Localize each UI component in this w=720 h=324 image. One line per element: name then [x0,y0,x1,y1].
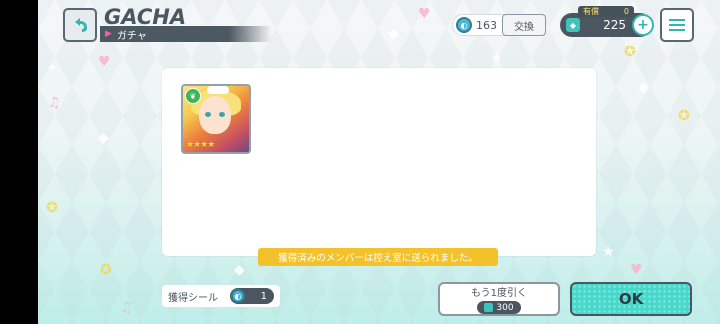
gem-icon: ◆ [566,18,580,32]
menu-icon-line [669,19,685,21]
seal-label: 獲得シール [168,292,218,304]
menu-icon-line [669,24,685,26]
diamond-icon: ◆ [388,26,399,42]
shard-icon: ◐ [456,17,472,33]
sparkle-icon: ✦ [46,60,58,76]
draw-again-button[interactable]: もう1度引く 300 [438,282,560,316]
music-note-icon: ♫ [120,300,133,316]
star-icon: ★ [490,50,503,66]
star-icon: ★ [602,244,615,260]
card-art-eye [219,112,225,117]
paid-gem-badge: 有償 0 [578,6,634,17]
diamond-icon: ◆ [98,130,109,146]
gem-icon [484,303,494,312]
exchange-button[interactable]: 交換 [502,14,546,36]
heart-icon: ♥ [630,262,643,278]
seal-count-badge: ◐ 1 [230,288,274,304]
plus-icon: + [637,17,649,33]
card-art-face [199,96,231,134]
gacha-result-screen: ✦ ♫ ✪ ◆ ♥ ✪ ◆ ◆ ♥ ★ ✪ ✪ ◆ ♥ ★ ♫ GACHA ▶ … [38,0,720,324]
draw-again-cost: 300 [496,302,514,313]
star-badge-icon: ✪ [46,200,58,216]
paid-label: 有償 [583,7,599,16]
heart-icon: ♥ [418,6,431,22]
card-art-bow [207,86,229,94]
member-card[interactable]: ❦ ★★★★ [181,84,251,154]
shard-count: 163 [476,18,497,32]
draw-again-label: もう1度引く [470,288,528,299]
star-badge-icon: ✪ [624,44,636,60]
music-note-icon: ♫ [48,95,61,111]
gem-count: 225 [603,18,626,32]
add-gems-button[interactable]: + [632,14,654,36]
seal-counter: 獲得シール ◐ 1 [162,285,280,307]
page-subtitle: ガチャ [116,30,147,42]
result-panel: ❦ ★★★★ [162,68,596,256]
seal-icon: ◐ [231,289,245,303]
draw-again-cost-badge: 300 [477,301,521,314]
page-subtitle-bar: ▶ ガチャ [100,26,272,42]
seal-count: 1 [260,290,267,302]
rarity-stars: ★★★★ [186,140,215,150]
diamond-icon: ◆ [234,262,245,278]
paid-count: 0 [623,7,629,16]
menu-button[interactable] [660,8,694,42]
ok-button[interactable]: OK [570,282,692,316]
back-button[interactable] [63,8,97,42]
leaf-icon: ❦ [185,88,201,104]
triangle-marker-icon: ▶ [105,29,112,39]
obtained-notice: 獲得済みのメンバーは控え室に送られました。 [258,248,498,266]
star-badge-icon: ✪ [678,108,690,124]
menu-icon-line [669,29,685,31]
diamond-icon: ◆ [638,80,649,96]
card-art-eye [205,112,211,117]
star-badge-icon: ✪ [100,262,112,278]
back-arrow-icon [75,18,87,32]
heart-icon: ♥ [98,54,111,70]
